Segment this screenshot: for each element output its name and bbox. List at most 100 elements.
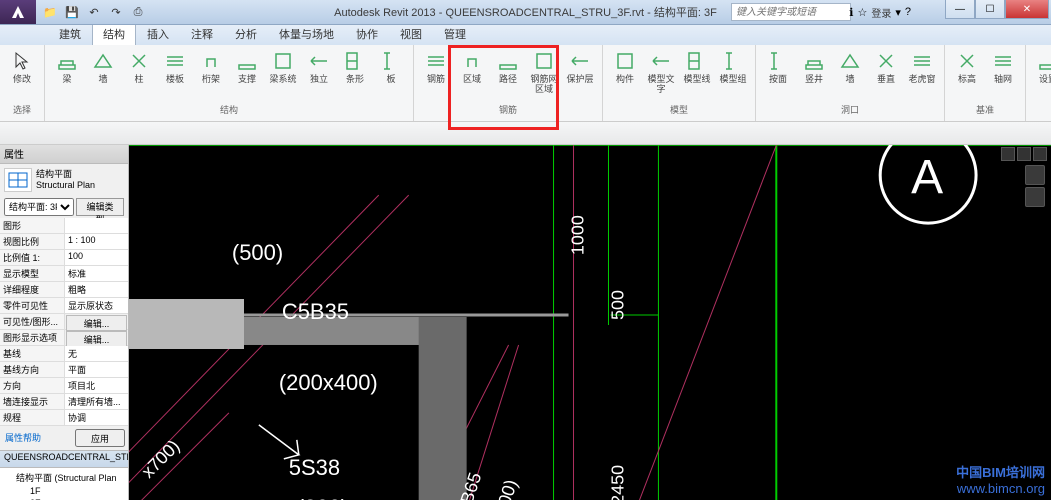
star-icon[interactable]: ☆ <box>857 6 867 19</box>
mdi-max-button[interactable] <box>1017 147 1031 161</box>
prop-value[interactable]: 协调 <box>65 410 128 425</box>
prop-value[interactable] <box>65 218 128 233</box>
prop-value[interactable]: 1 : 100 <box>65 234 128 249</box>
signin-link[interactable]: 登录 <box>871 5 891 20</box>
property-row[interactable]: 方向项目北 <box>0 378 128 394</box>
ribbon-button[interactable]: 模型线 <box>681 47 713 84</box>
property-row[interactable]: 基线无 <box>0 346 128 362</box>
svg-text:A: A <box>911 151 943 204</box>
tab-collaborate[interactable]: 协作 <box>345 22 389 45</box>
qat-redo-icon[interactable]: ↷ <box>106 3 126 21</box>
ribbon-button[interactable]: 构件 <box>609 47 641 84</box>
prop-value[interactable]: 无 <box>65 346 128 361</box>
ribbon-button[interactable]: 板 <box>375 47 407 84</box>
mdi-min-button[interactable] <box>1001 147 1015 161</box>
property-row[interactable]: 视图比例1 : 100 <box>0 234 128 250</box>
ribbon-button[interactable]: 区域 <box>456 47 488 84</box>
prop-value[interactable]: 粗略 <box>65 282 128 297</box>
tab-annotate[interactable]: 注释 <box>180 22 224 45</box>
ribbon-button[interactable]: 独立 <box>303 47 335 84</box>
prop-value[interactable]: 显示原状态 <box>65 298 128 313</box>
min-button[interactable]: — <box>945 0 975 19</box>
window-buttons: — ☐ ✕ <box>945 0 1049 19</box>
property-row[interactable]: 详细程度粗略 <box>0 282 128 298</box>
mdi-close-button[interactable] <box>1033 147 1047 161</box>
drawing-canvas[interactable]: A C5B35 (200x400) (500) 5S38 (200) x700)… <box>129 145 1051 500</box>
info-icon[interactable]: ℹ <box>849 6 853 19</box>
help-icon[interactable]: ? <box>905 6 911 18</box>
ribbon-button[interactable]: 支撑 <box>231 47 263 84</box>
ribbon-button[interactable]: 竖井 <box>798 47 830 84</box>
ribbon-button[interactable]: 轴网 <box>987 47 1019 84</box>
app-logo[interactable] <box>0 0 36 24</box>
qat-undo-icon[interactable]: ↶ <box>84 3 104 21</box>
ribbon-button[interactable]: 设置 <box>1032 47 1051 84</box>
nav-pan-button[interactable] <box>1025 187 1045 207</box>
ribbon-button[interactable]: 垂直 <box>870 47 902 84</box>
nav-wheel-button[interactable] <box>1025 165 1045 185</box>
ribbon-button[interactable]: 钢筋 <box>420 47 452 84</box>
modify-button[interactable]: 修改 <box>6 47 38 84</box>
prop-value[interactable]: 清理所有墙... <box>65 394 128 409</box>
max-button[interactable]: ☐ <box>975 0 1005 19</box>
property-row[interactable]: 零件可见性显示原状态 <box>0 298 128 314</box>
property-row[interactable]: 墙连接显示清理所有墙... <box>0 394 128 410</box>
ribbon-button[interactable]: 梁系统 <box>267 47 299 84</box>
ribbon-button[interactable]: 墙 <box>834 47 866 84</box>
prop-value[interactable]: 100 <box>65 250 128 265</box>
ribbon-button[interactable]: 按面 <box>762 47 794 84</box>
property-row[interactable]: 图形 <box>0 218 128 234</box>
dropdown-icon[interactable]: ▾ <box>895 6 901 19</box>
instance-dropdown[interactable]: 结构平面: 3F <box>4 198 74 216</box>
ribbon-button[interactable]: 钢筋网区域 <box>528 47 560 94</box>
ribbon-icon <box>236 50 258 72</box>
tab-manage[interactable]: 管理 <box>433 22 477 45</box>
property-row[interactable]: 显示模型标准 <box>0 266 128 282</box>
property-row[interactable]: 可见性/图形...编辑... <box>0 314 128 330</box>
prop-value[interactable]: 编辑... <box>66 331 127 347</box>
tab-structure[interactable]: 结构 <box>92 22 136 45</box>
type-text: 结构平面Structural Plan <box>36 169 95 191</box>
property-row[interactable]: 图形显示选项编辑... <box>0 330 128 346</box>
apply-button[interactable]: 应用 <box>75 429 125 447</box>
property-row[interactable]: 基线方向平面 <box>0 362 128 378</box>
close-button[interactable]: ✕ <box>1005 0 1049 19</box>
prop-value[interactable]: 平面 <box>65 362 128 377</box>
ribbon-icon <box>56 50 78 72</box>
search-input[interactable] <box>731 3 851 21</box>
ribbon-button[interactable]: 模型文字 <box>645 47 677 94</box>
property-row[interactable]: 规程协调 <box>0 410 128 426</box>
tab-insert[interactable]: 插入 <box>136 22 180 45</box>
ribbon-button[interactable]: 模型组 <box>717 47 749 84</box>
prop-label: 方向 <box>0 378 65 393</box>
qat-print-icon[interactable]: ⎙ <box>128 3 148 21</box>
prop-value[interactable]: 标准 <box>65 266 128 281</box>
help-link[interactable]: 属性帮助 <box>3 429 75 447</box>
prop-label: 比例值 1: <box>0 250 65 265</box>
qat-save-icon[interactable]: 💾 <box>62 3 82 21</box>
ribbon-button[interactable]: 柱 <box>123 47 155 84</box>
browser-header[interactable]: QUEENSROADCENTRAL_STRU_3... <box>0 450 128 468</box>
tab-architecture[interactable]: 建筑 <box>48 22 92 45</box>
tab-view[interactable]: 视图 <box>389 22 433 45</box>
tab-massing[interactable]: 体量与场地 <box>268 22 345 45</box>
ribbon-button[interactable]: 保护层 <box>564 47 596 84</box>
ribbon-button[interactable]: 老虎窗 <box>906 47 938 84</box>
edit-type-button[interactable]: 编辑类型 <box>76 198 124 216</box>
ribbon-button[interactable]: 标高 <box>951 47 983 84</box>
tree-item[interactable]: 1F <box>2 485 126 497</box>
ribbon-tabs: 建筑 结构 插入 注释 分析 体量与场地 协作 视图 管理 <box>0 25 1051 45</box>
type-selector[interactable]: 结构平面Structural Plan <box>0 164 128 196</box>
ribbon-button[interactable]: 桁架 <box>195 47 227 84</box>
property-row[interactable]: 比例值 1:100 <box>0 250 128 266</box>
qat-open-icon[interactable]: 📁 <box>40 3 60 21</box>
ribbon-button[interactable]: 楼板 <box>159 47 191 84</box>
prop-value[interactable]: 项目北 <box>65 378 128 393</box>
ribbon-button[interactable]: 梁 <box>51 47 83 84</box>
tree-root[interactable]: 结构平面 (Structural Plan <box>2 470 126 485</box>
tab-analyze[interactable]: 分析 <box>224 22 268 45</box>
ribbon-button[interactable]: 墙 <box>87 47 119 84</box>
prop-value[interactable]: 编辑... <box>66 315 127 331</box>
ribbon-button[interactable]: 路径 <box>492 47 524 84</box>
ribbon-button[interactable]: 条形 <box>339 47 371 84</box>
